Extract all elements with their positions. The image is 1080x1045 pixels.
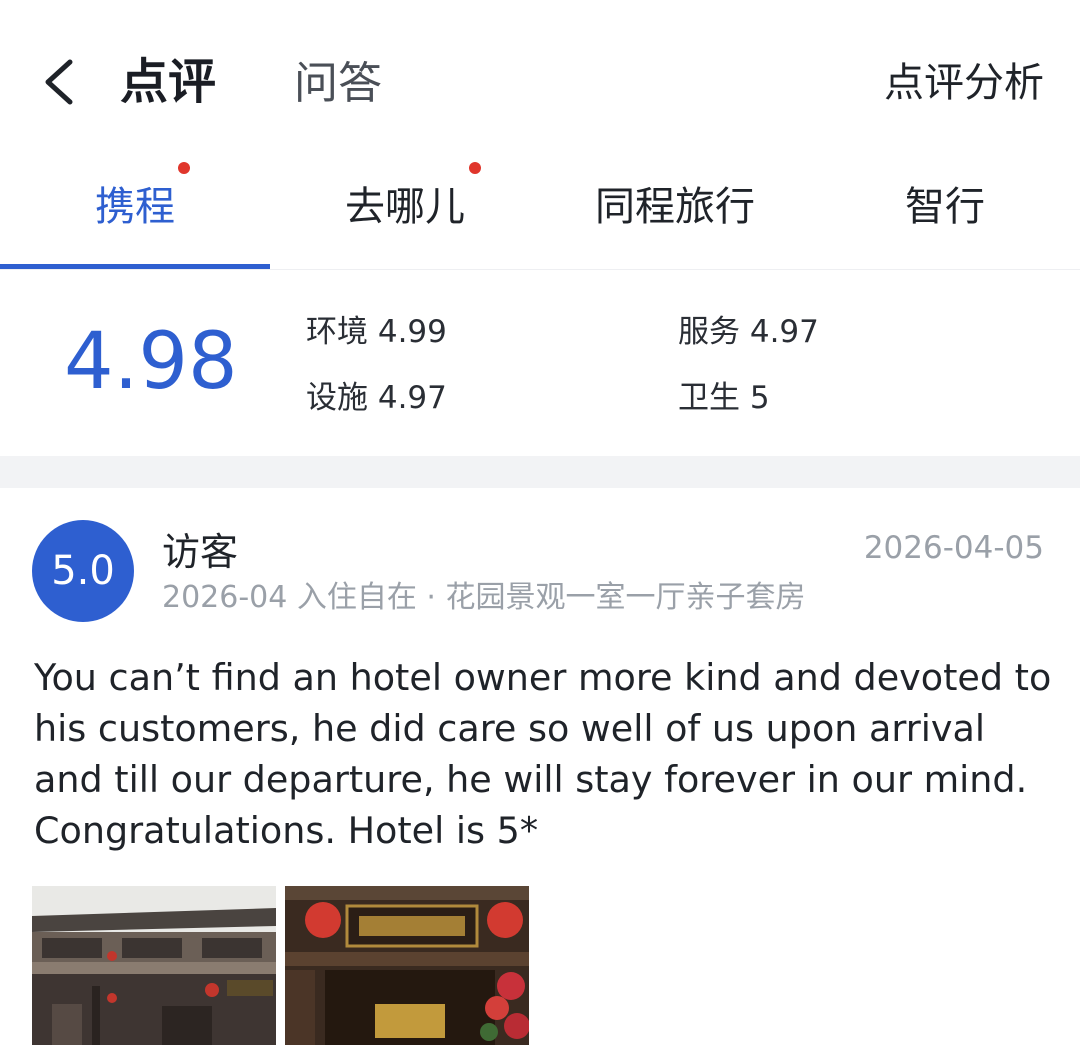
score-summary: 4.98 环境 4.99 服务 4.97 设施 4.97 卫生 5 — [0, 270, 1080, 456]
service-score: 服务 4.97 — [678, 314, 819, 350]
active-tab-indicator — [0, 264, 270, 269]
tab-zhixing-label: 智行 — [905, 184, 985, 230]
tab-zhixing[interactable]: 智行 — [810, 150, 1080, 270]
review-photo[interactable] — [32, 886, 276, 1045]
section-divider — [0, 456, 1080, 488]
tab-tongcheng-label: 同程旅行 — [595, 184, 755, 230]
notification-dot — [469, 162, 481, 174]
tab-tongcheng[interactable]: 同程旅行 — [540, 150, 810, 270]
back-button[interactable] — [38, 56, 82, 108]
chevron-left-icon — [45, 59, 73, 105]
stay-info: 2026-04 入住自在 · 花园景观一室一厅亲子套房 — [162, 580, 806, 615]
tab-qunar-label: 去哪儿 — [345, 184, 465, 230]
tab-qunar[interactable]: 去哪儿 — [270, 150, 540, 270]
tab-qa[interactable]: 问答 — [294, 54, 382, 114]
reviewer-name: 访客 — [162, 530, 239, 574]
review-analysis-link[interactable]: 点评分析 — [884, 58, 1044, 108]
tab-ctrip-label: 携程 — [95, 184, 175, 230]
facilities-score: 设施 4.97 — [306, 380, 447, 416]
environment-score: 环境 4.99 — [306, 314, 447, 350]
tab-review[interactable]: 点评 — [120, 52, 216, 112]
review-text: You can’t find an hotel owner more kind … — [34, 656, 1052, 852]
top-header: 点评 问答 点评分析 — [0, 0, 1080, 150]
building-photo-2 — [285, 886, 529, 1045]
overall-score: 4.98 — [64, 317, 238, 407]
building-photo-1 — [32, 886, 276, 1045]
rating-badge: 5.0 — [32, 520, 134, 622]
hygiene-score: 卫生 5 — [678, 380, 770, 416]
notification-dot — [178, 162, 190, 174]
review-photo[interactable] — [285, 886, 529, 1045]
source-tabs: 携程 去哪儿 同程旅行 智行 — [0, 150, 1080, 270]
review-date: 2026-04-05 — [863, 530, 1044, 566]
tab-ctrip[interactable]: 携程 — [0, 150, 270, 270]
